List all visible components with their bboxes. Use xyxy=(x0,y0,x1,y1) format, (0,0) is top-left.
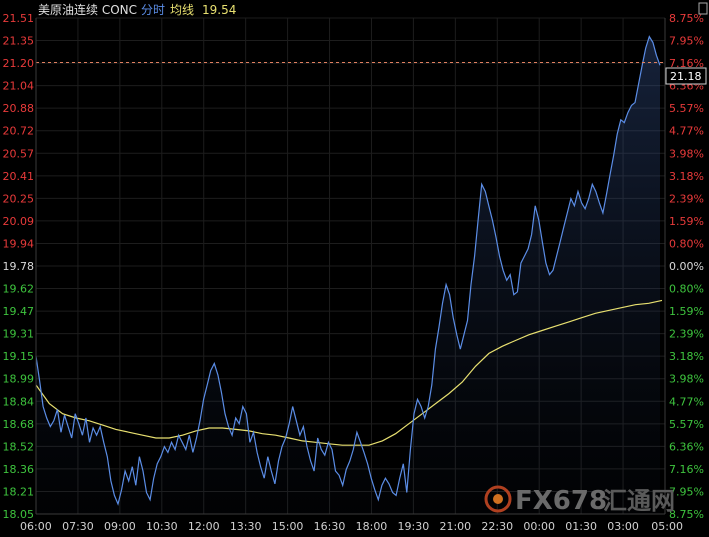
y-tick-label: 18.99 xyxy=(3,373,35,386)
pct-tick-label: 7.95% xyxy=(669,35,704,48)
x-tick-label: 06:00 xyxy=(20,520,52,533)
y-tick-label: 20.41 xyxy=(3,170,35,183)
pct-tick-label: 7.16% xyxy=(669,463,704,476)
watermark-text: FX678 xyxy=(515,486,607,516)
pct-tick-label: 0.80% xyxy=(669,237,704,250)
x-tick-label: 15:00 xyxy=(272,520,304,533)
instrument-label: 美原油连续 CONC xyxy=(38,2,137,17)
y-tick-label: 19.31 xyxy=(3,328,35,341)
watermark: FX678 汇通网 xyxy=(484,485,675,516)
pct-tick-label: 0.00% xyxy=(669,260,704,273)
y-tick-label: 21.51 xyxy=(3,12,35,25)
x-tick-label: 12:00 xyxy=(188,520,220,533)
x-tick-label: 10:30 xyxy=(146,520,178,533)
x-tick-label: 00:00 xyxy=(523,520,555,533)
x-tick-label: 16:30 xyxy=(314,520,346,533)
y-tick-label: 19.62 xyxy=(3,283,35,296)
pct-tick-label: 4.77% xyxy=(669,395,704,408)
x-tick-label: 19:30 xyxy=(398,520,430,533)
chart-header: 美原油连续 CONC 分时 均线 19.54 xyxy=(38,2,236,17)
watermark-suffix: 汇通网 xyxy=(603,487,675,515)
x-tick-label: 18:00 xyxy=(356,520,388,533)
y-tick-label: 19.47 xyxy=(3,305,35,318)
y-tick-label: 20.57 xyxy=(3,147,35,160)
pct-tick-label: 3.98% xyxy=(669,373,704,386)
x-tick-label: 07:30 xyxy=(62,520,94,533)
y-tick-label: 19.15 xyxy=(3,350,35,363)
pct-tick-label: 4.77% xyxy=(669,125,704,138)
pct-tick-label: 3.18% xyxy=(669,350,704,363)
x-tick-label: 13:30 xyxy=(230,520,262,533)
y-tick-label: 20.72 xyxy=(3,125,35,138)
watermark-logo-inner xyxy=(493,494,503,504)
y-tick-label: 21.04 xyxy=(3,80,35,93)
x-tick-label: 21:00 xyxy=(439,520,471,533)
pct-tick-label: 2.39% xyxy=(669,328,704,341)
current-price-tag: 21.18 xyxy=(665,67,707,85)
y-tick-label: 20.09 xyxy=(3,215,35,228)
y-tick-label: 19.78 xyxy=(3,260,35,273)
chart-container: 21.51 8.75% 21.35 7.95% 21.20 7.16% 21.04 6.36%… xyxy=(0,0,709,537)
y-tick-label: 20.88 xyxy=(3,102,35,115)
y-tick-label: 21.20 xyxy=(3,57,35,70)
price-tag-value: 21.18 xyxy=(670,70,702,83)
y-tick-label: 21.35 xyxy=(3,35,35,48)
avg-value: 19.54 xyxy=(202,3,236,17)
y-tick-label: 18.52 xyxy=(3,440,35,453)
y-tick-label: 18.36 xyxy=(3,463,35,476)
intraday-chart: 21.51 8.75%21.35 7.95%21.20 7.16%21.04 6.36%… xyxy=(3,2,708,533)
y-tick-label: 20.25 xyxy=(3,192,35,205)
pct-tick-label: 1.59% xyxy=(669,305,704,318)
y-tick-label: 18.84 xyxy=(3,395,35,408)
x-tick-label: 22:30 xyxy=(481,520,513,533)
x-tick-label: 09:00 xyxy=(104,520,136,533)
pct-tick-label: 1.59% xyxy=(669,215,704,228)
pct-tick-label: 2.39% xyxy=(669,192,704,205)
y-tick-label: 18.21 xyxy=(3,485,35,498)
pct-tick-label: 6.36% xyxy=(669,440,704,453)
pct-tick-label: 5.57% xyxy=(669,102,704,115)
y-tick-label: 18.68 xyxy=(3,418,35,431)
mode-label: 分时 xyxy=(141,3,165,17)
pct-tick-label: 3.98% xyxy=(669,147,704,160)
pct-tick-label: 0.80% xyxy=(669,283,704,296)
pct-tick-label: 5.57% xyxy=(669,418,704,431)
x-tick-label: 03:00 xyxy=(607,520,639,533)
x-tick-label: 05:00 xyxy=(651,520,683,533)
x-tick-label: 01:30 xyxy=(565,520,597,533)
y-tick-label: 19.94 xyxy=(3,237,35,250)
avg-label: 均线 xyxy=(170,3,194,17)
pct-tick-label: 3.18% xyxy=(669,170,704,183)
